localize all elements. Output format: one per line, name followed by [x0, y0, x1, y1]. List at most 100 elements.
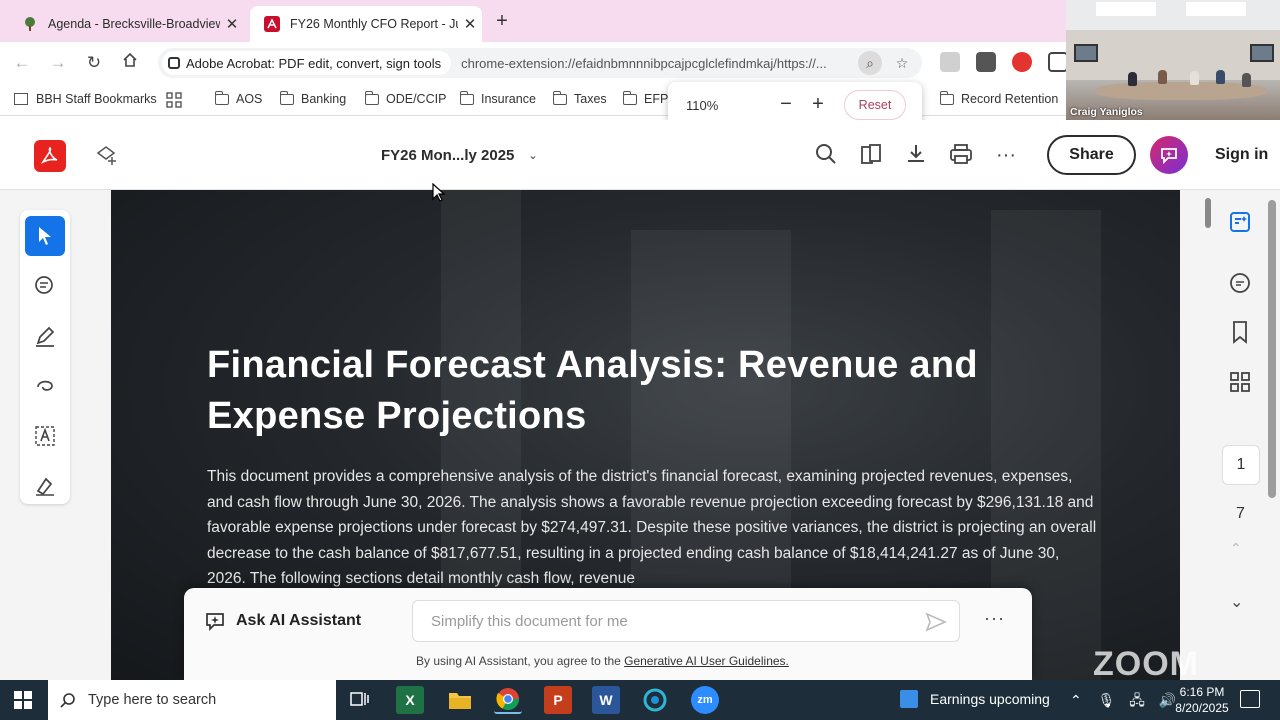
zoom-in-icon[interactable]: + — [805, 92, 831, 118]
bookmarks-panel-icon[interactable] — [1228, 320, 1252, 344]
acrobat-logo-icon[interactable] — [34, 140, 66, 172]
search-icon[interactable] — [814, 143, 838, 167]
home-icon[interactable] — [118, 51, 142, 75]
bookmark-star-icon[interactable]: ☆ — [890, 51, 914, 75]
address-bar[interactable]: Adobe Acrobat: PDF edit, convert, sign t… — [158, 48, 922, 78]
word-icon[interactable]: W — [592, 686, 620, 714]
ai-assistant-icon[interactable] — [1150, 136, 1188, 174]
folder-icon — [623, 90, 637, 105]
zoom-reset-button[interactable]: Reset — [844, 90, 906, 120]
send-icon[interactable] — [925, 611, 947, 633]
file-explorer-icon[interactable] — [446, 686, 474, 714]
video-person — [1242, 73, 1251, 87]
tool-column — [20, 210, 70, 504]
tab-title: Agenda - Brecksville-Broadview — [48, 17, 220, 31]
new-tab-icon[interactable]: + — [490, 10, 514, 34]
close-tab-icon[interactable]: ✕ — [220, 15, 244, 33]
current-page-input[interactable]: 1 — [1222, 445, 1260, 485]
panel-scroll-thumb[interactable] — [1205, 198, 1211, 228]
extension-3-icon[interactable] — [1012, 52, 1032, 72]
bookmark-taxes[interactable]: Taxes — [553, 90, 607, 106]
apps-grid-icon[interactable] — [166, 92, 182, 108]
print-icon[interactable] — [949, 143, 973, 167]
total-pages: 7 — [1236, 505, 1245, 522]
comment-tool-icon[interactable] — [25, 266, 65, 306]
ai-prompt-field[interactable] — [412, 600, 960, 642]
ai-sparkle-tools-icon[interactable] — [94, 143, 118, 167]
ai-assistant-title: Ask AI Assistant — [236, 612, 362, 629]
taskbar-search[interactable]: Type here to search — [48, 680, 336, 720]
url-text[interactable]: chrome-extension://efaidnbmnnnibpcajpcgl… — [461, 56, 858, 71]
browser-tab-strip: Agenda - Brecksville-Broadview ✕ FY26 Mo… — [0, 0, 1066, 42]
bookmark-bbh-staff[interactable]: BBH Staff Bookmarks — [14, 92, 157, 106]
bookmark-record-retention[interactable]: Record Retention — [940, 90, 1059, 106]
bookmark-efp[interactable]: EFP — [623, 90, 668, 106]
zoom-out-icon[interactable]: − — [773, 92, 799, 118]
system-tray[interactable]: ⌃ 🎙 🖧 🔊 — [1070, 690, 1176, 714]
windows-start-icon[interactable] — [14, 691, 32, 709]
document-scrollbar[interactable] — [1268, 200, 1276, 498]
chart-widget-icon — [900, 690, 918, 708]
more-options-icon[interactable]: ··· — [994, 143, 1018, 167]
extension-2-icon[interactable] — [976, 52, 996, 72]
sign-tool-icon[interactable] — [25, 466, 65, 506]
network-icon[interactable]: 🖧 — [1129, 692, 1145, 708]
draw-freehand-icon[interactable] — [25, 366, 65, 406]
zoom-app-icon[interactable]: zm — [691, 686, 719, 714]
download-icon[interactable] — [904, 143, 928, 167]
folder-icon — [940, 90, 954, 105]
bookmark-label: Record Retention — [961, 92, 1059, 106]
extension-1-icon[interactable] — [940, 52, 960, 72]
sign-in-link[interactable]: Sign in — [1215, 146, 1268, 164]
zoom-level: 110% — [686, 98, 719, 113]
site-chip-label: Adobe Acrobat: PDF edit, convert, sign t… — [186, 55, 442, 71]
task-view-icon[interactable] — [346, 686, 374, 714]
microphone-icon[interactable]: 🎙 — [1098, 692, 1116, 708]
tree-favicon-icon — [22, 16, 38, 32]
ai-more-options-icon[interactable]: ··· — [984, 608, 1005, 629]
notifications-icon[interactable] — [1240, 690, 1260, 708]
ai-guidelines-link[interactable]: Generative AI User Guidelines. — [624, 654, 789, 668]
zoom-magnifier-icon[interactable]: ⌕ — [858, 51, 882, 75]
forward-icon[interactable]: → — [46, 51, 70, 75]
system-clock[interactable]: 6:16 PM 8/20/2025 — [1162, 684, 1242, 716]
page-thumbnails-icon[interactable] — [859, 143, 883, 167]
video-thumbnail[interactable]: Craig Yaniglos — [1066, 0, 1280, 120]
webex-icon[interactable] — [641, 686, 669, 714]
highlight-tool-icon[interactable] — [25, 316, 65, 356]
page-up-icon[interactable]: ⌃ — [1230, 540, 1254, 564]
video-person — [1158, 70, 1167, 84]
chrome-icon[interactable] — [494, 686, 522, 714]
comments-panel-icon[interactable] — [1228, 272, 1252, 296]
ai-terms-notice: By using AI Assistant, you agree to the … — [416, 654, 789, 668]
tab-agenda[interactable]: Agenda - Brecksville-Broadview ✕ — [8, 6, 244, 42]
chevron-down-icon: ⌄ — [528, 150, 538, 162]
text-box-tool-icon[interactable] — [25, 416, 65, 456]
reload-icon[interactable]: ↻ — [82, 51, 106, 75]
site-chip[interactable]: Adobe Acrobat: PDF edit, convert, sign t… — [162, 51, 452, 75]
bookmark-label: ODE/CCIP — [386, 92, 447, 106]
ai-summary-panel-icon[interactable] — [1228, 210, 1252, 234]
show-hidden-icons-icon[interactable]: ⌃ — [1070, 692, 1082, 708]
page-down-icon[interactable]: ⌄ — [1230, 592, 1254, 616]
bookmark-ode-ccip[interactable]: ODE/CCIP — [365, 90, 447, 106]
share-button[interactable]: Share — [1047, 135, 1136, 175]
bookmark-aos[interactable]: AOS — [215, 90, 262, 106]
bookmark-insurance[interactable]: Insurance — [460, 90, 536, 106]
bookmark-banking[interactable]: Banking — [280, 90, 346, 106]
back-icon[interactable]: ← — [10, 51, 34, 75]
ai-prompt-input[interactable] — [431, 601, 911, 641]
excel-icon[interactable]: X — [396, 686, 424, 714]
organize-pages-icon[interactable] — [1228, 370, 1252, 394]
ask-ai-assistant-label[interactable]: Ask AI Assistant — [204, 610, 361, 632]
extensions-puzzle-icon[interactable] — [1048, 52, 1068, 72]
document-body-text: This document provides a comprehensive a… — [207, 468, 1097, 588]
video-person — [1190, 71, 1199, 85]
close-tab-icon[interactable]: ✕ — [458, 15, 482, 33]
video-ceiling-light — [1096, 2, 1156, 16]
select-tool-icon[interactable] — [25, 216, 65, 256]
tab-cfo-report[interactable]: FY26 Monthly CFO Report - July ✕ — [250, 6, 482, 42]
powerpoint-icon[interactable]: P — [544, 686, 572, 714]
document-name-dropdown[interactable]: FY26 Mon...ly 2025 ⌄ — [381, 147, 538, 164]
news-widget[interactable]: Earnings upcoming — [900, 690, 1050, 708]
